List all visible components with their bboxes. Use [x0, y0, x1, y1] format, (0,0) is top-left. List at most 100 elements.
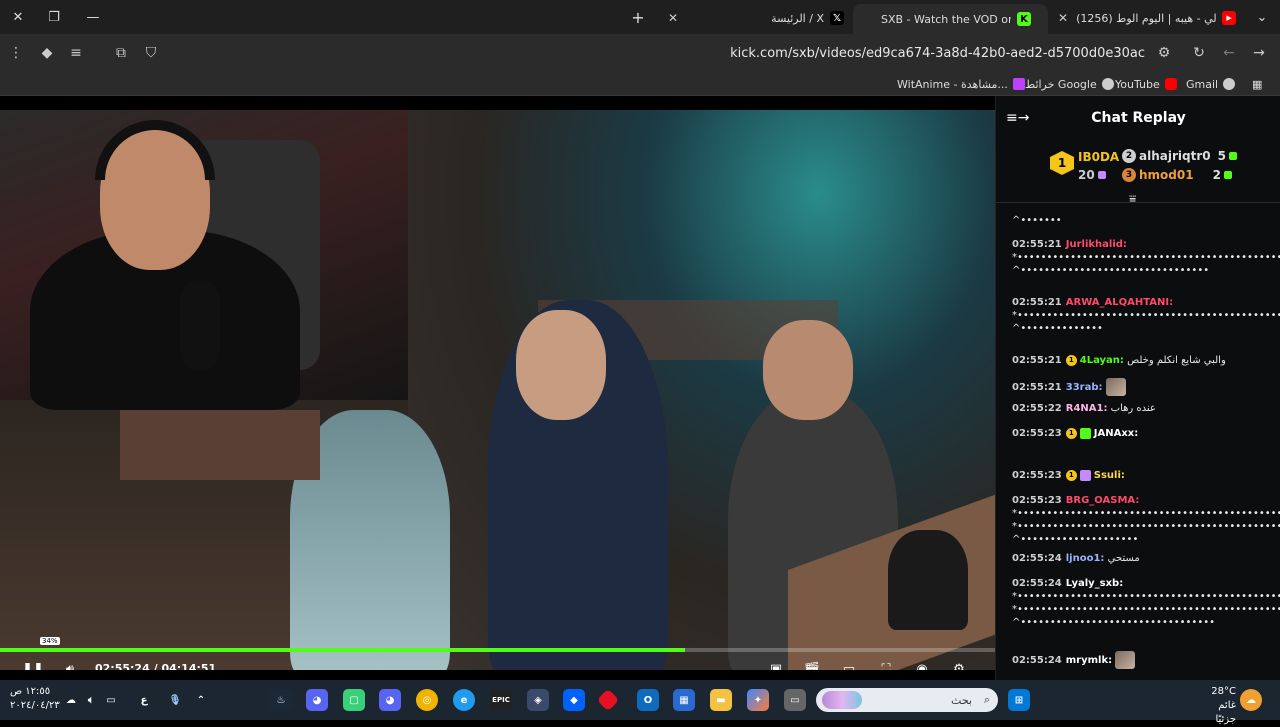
site-settings-icon[interactable]: ⚙ [1155, 44, 1173, 62]
outlook-icon[interactable]: O [637, 689, 659, 711]
gift-icon [1097, 171, 1106, 179]
message-text: مستحي [1107, 553, 1140, 564]
new-tab-button[interactable]: + [628, 7, 648, 27]
seek-bar[interactable]: 34% [0, 637, 995, 652]
sub-badge-icon: 1 [1065, 354, 1077, 366]
file-explorer-icon[interactable]: ▬ [710, 689, 732, 711]
message-time: 02:55:23 [1012, 470, 1062, 481]
leader-1-name[interactable]: IB0DA [1078, 150, 1119, 164]
message-username[interactable]: Ssuli: [1094, 470, 1125, 481]
fullscreen-icon[interactable]: ⛶ [877, 660, 895, 671]
chat-message: 02:55:23 1 Ssuli: [1012, 469, 1262, 482]
chrome-icon[interactable]: ◎ [416, 689, 438, 711]
video-player[interactable]: 34% ❚❚ 🔊︎ 02:55:24 / 04:14:51 ▣ 🎬︎ ▭ ⛶ ◉… [0, 110, 995, 670]
system-clock[interactable]: ١٢:٥٥ ص ٢٠٢٤/٠٤/٢٣ [10, 685, 60, 713]
menu-icon[interactable]: ⋮ [7, 44, 25, 62]
witanime-icon [1012, 78, 1025, 90]
message-username[interactable]: R4NA1: [1066, 403, 1108, 414]
microphone-icon[interactable]: 🎙︎ [164, 689, 186, 711]
message-time: 02:55:21 [1012, 239, 1062, 250]
address-bar-row: ⋮ ◆ ≡ ⧉ ⛉ ☆ kick.com/sxb/videos/ed9ca674… [0, 34, 1280, 72]
gift-count: 20 [1078, 168, 1095, 182]
extension-icon[interactable]: ◆ [38, 44, 56, 62]
pause-icon[interactable]: ❚❚ [22, 660, 44, 671]
close-window-icon[interactable]: ✕ [8, 7, 28, 27]
message-username[interactable]: mrymlk: [1066, 655, 1112, 666]
leader-3[interactable]: 3 hmod01 2 [1122, 168, 1232, 182]
miniplayer-icon[interactable]: ▣ [767, 660, 785, 671]
bookmark-maps[interactable]: خرائط Google [1025, 76, 1114, 92]
edge-icon[interactable]: e [453, 689, 475, 711]
app-icon[interactable]: ◈ [527, 689, 549, 711]
table [120, 410, 320, 480]
chat-message: ^••••••• [1012, 214, 1262, 227]
gmail-icon [1223, 78, 1236, 90]
theater-mode-icon[interactable]: ▭ [840, 660, 858, 671]
leader-1-count: 20 [1078, 168, 1106, 182]
apps-icon[interactable]: ▦ [1252, 76, 1262, 92]
taskbar-search[interactable]: بحث ⌕ [816, 688, 998, 712]
forward-icon[interactable]: ← [1220, 44, 1238, 62]
restore-window-icon[interactable]: ❐ [44, 7, 64, 27]
expand-leaderboard-icon[interactable]: ⩸ [1129, 192, 1136, 207]
volume-icon[interactable]: 🔊︎ [61, 660, 79, 671]
reading-list-icon[interactable]: ≡ [67, 44, 85, 62]
streamer-webcam [0, 110, 408, 410]
display-icon[interactable]: ▭ [100, 689, 122, 711]
dropbox-icon[interactable]: ◆ [563, 689, 585, 711]
message-text: ^••••••• [1012, 215, 1062, 226]
bookmark-gmail[interactable]: Gmail [1186, 76, 1236, 92]
gift-count: 2 [1212, 168, 1221, 182]
tab-x[interactable]: ✕ الرئيسة / X 𝕏 [660, 4, 850, 32]
message-username[interactable]: JANAxx: [1094, 428, 1138, 439]
app-icon[interactable] [596, 688, 620, 712]
clip-icon[interactable]: 🎬︎ [803, 660, 821, 671]
message-username[interactable]: ljnoo1: [1066, 553, 1105, 564]
chat-message: 02:55:24 Lyaly_sxb: *••••••••••••••••••••… [1012, 577, 1280, 629]
close-tab-icon[interactable]: ✕ [1058, 11, 1068, 25]
message-username[interactable]: 33rab: [1066, 382, 1103, 393]
settings-gear-icon[interactable]: ⚙ [950, 660, 968, 671]
close-tab-icon[interactable]: ✕ [668, 11, 678, 25]
chat-message: 02:55:24 mrymlk: [1012, 651, 1262, 669]
message-username[interactable]: Lyaly_sxb: [1066, 578, 1123, 589]
tab-strip: ✕ ❐ — + ✕ الرئيسة / X 𝕏 SXB - Watch the … [0, 0, 1280, 34]
chat-message: 02:55:21 ARWA_ALQAHTANI: *•••••••••••••••… [1012, 296, 1280, 335]
leader-3-name: hmod01 [1139, 168, 1194, 182]
input-language[interactable]: ع [133, 689, 155, 711]
tab-youtube[interactable]: ✕ (1256) طلولي - هيبه | اليوم الوط ▶ [1050, 4, 1245, 32]
playback-speed-icon[interactable]: ◉ [913, 660, 931, 671]
minimize-window-icon[interactable]: — [83, 7, 103, 27]
network-icon[interactable]: ☁ [60, 689, 82, 711]
discord-icon[interactable]: ◕ [379, 689, 401, 711]
steam-icon[interactable]: ♨ [270, 689, 292, 711]
epic-games-icon[interactable]: EPIC [490, 689, 512, 711]
shield-icon[interactable]: ⛉ [142, 44, 160, 62]
bookmark-witanime[interactable]: WitAnime - مشاهدة... [897, 76, 1025, 92]
message-username[interactable]: ARWA_ALQAHTANI: [1066, 297, 1173, 308]
tab-search-icon[interactable]: ⌄ [1252, 7, 1272, 27]
tray-expand-icon[interactable]: ⌃ [190, 689, 212, 711]
speaker-icon[interactable]: 🔈︎ [80, 689, 102, 711]
leader-2[interactable]: 2 alhajriqtr0 5 [1122, 149, 1237, 163]
task-view-icon[interactable]: ▭ [784, 689, 806, 711]
weather-widget[interactable]: 28°C غائم جزئيًا [1196, 685, 1236, 727]
message-username[interactable]: BRG_OASMA: [1066, 495, 1140, 506]
store-icon[interactable]: ▦ [673, 689, 695, 711]
chat-message: 02:55:22 R4NA1: عنده رهاب [1012, 402, 1262, 415]
message-username[interactable]: 4Layan: [1080, 355, 1124, 366]
start-icon[interactable]: ⊞ [1008, 689, 1030, 711]
sub-badge-icon: 1 [1065, 469, 1077, 481]
discord-icon[interactable]: ◕ [306, 689, 328, 711]
extensions-puzzle-icon[interactable]: ⧉ [112, 44, 130, 62]
clock-time: ١٢:٥٥ ص [10, 686, 51, 697]
bookmark-youtube[interactable]: YouTube [1115, 76, 1177, 92]
app-icon[interactable]: ▢ [343, 689, 365, 711]
copilot-icon[interactable]: ✦ [747, 689, 769, 711]
back-icon[interactable]: → [1250, 44, 1268, 62]
gift-leaderboard: 1 IB0DA 20 2 alhajriqtr0 5 3 hmod01 2 [996, 146, 1280, 192]
message-username[interactable]: Jurlikhalid: [1066, 239, 1127, 250]
url-field[interactable]: kick.com/sxb/videos/ed9ca674-3a8d-42b0-a… [180, 39, 1185, 67]
tab-kick[interactable]: SXB - Watch the VOD on Ki K [853, 4, 1048, 34]
reload-icon[interactable]: ↻ [1190, 44, 1208, 62]
